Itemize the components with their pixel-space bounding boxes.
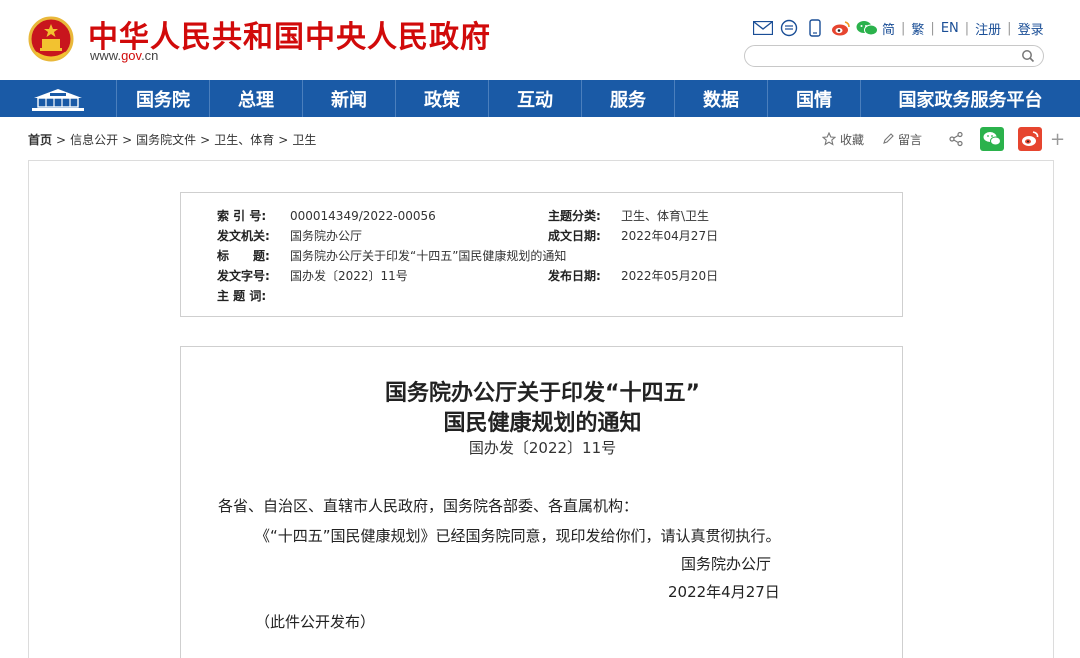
meta-row-docno: 发文字号: 国办发〔2022〕11号 发布日期: 2022年05月20日 [217,267,718,283]
share-icon [949,131,963,147]
nav-item-national-info[interactable]: 国情 [768,80,861,117]
link-separator: | [1007,20,1012,36]
meta-issuer-label: 发文机关: [217,229,270,243]
breadcrumb-separator: > [278,133,289,147]
document-signature: 国务院办公厅 [681,555,772,573]
english-link[interactable]: EN [941,21,959,36]
document-title-line-1: 国务院办公厅关于印发“十四五” [385,381,700,406]
link-separator: | [930,20,935,36]
message-icon[interactable] [778,17,800,39]
weibo-icon [1018,127,1043,151]
page-actions: 收藏 留言 + [822,127,1065,151]
document-number: 国办发〔2022〕11号 [468,439,617,457]
meta-row-issuer: 发文机关: 国务院办公厅 成文日期: 2022年04月27日 [217,227,718,243]
comment-label: 留言 [898,132,923,147]
search-input[interactable] [755,47,1025,67]
meta-created-value: 2022年04月27日 [621,229,719,243]
meta-index-value: 000014349/2022-00056 [290,209,436,223]
more-share-icon[interactable]: + [1050,129,1065,150]
breadcrumb-separator: > [56,133,67,147]
main-nav: 国务院 总理 新闻 政策 互动 服务 数据 国情 国家政务服务平台 [0,80,1080,117]
breadcrumb-health-sports[interactable]: 卫生、体育 [214,133,274,147]
link-separator: | [901,20,906,36]
simplified-chinese-link[interactable]: 简 [882,19,895,38]
search-box [744,45,1044,67]
link-separator: | [964,20,970,36]
nav-item-interaction[interactable]: 互动 [489,80,582,117]
meta-title-value: 国务院办公厅关于印发“十四五”国民健康规划的通知 [290,249,567,263]
document-salutation: 各省、自治区、直辖市人民政府，国务院各部委、各直属机构： [218,497,639,515]
meta-topic-value: 卫生、体育\卫生 [621,209,710,223]
national-emblem-icon[interactable] [28,15,74,65]
site-url-brand: gov [121,48,142,63]
wechat-icon [980,127,1005,151]
meta-published-label: 发布日期: [548,269,601,283]
meta-published-value: 2022年05月20日 [621,269,719,283]
meta-row-index: 索 引 号: 000014349/2022-00056 主题分类: 卫生、体育\卫生 [217,207,709,223]
breadcrumb-row: 首页 > 信息公开 > 国务院文件 > 卫生、体育 > 卫生 收藏 留言 + [0,117,1080,161]
nav-item-data[interactable]: 数据 [675,80,768,117]
nav-item-state-council[interactable]: 国务院 [117,80,210,117]
traditional-chinese-link[interactable]: 繁 [911,19,924,38]
search-icon[interactable] [1021,49,1035,63]
pencil-icon [883,133,894,144]
breadcrumb-separator: > [122,133,133,147]
meta-topic-label: 主题分类: [548,209,601,223]
weibo-icon[interactable] [830,17,852,39]
nav-item-service-platform[interactable]: 国家政务服务平台 [861,80,1080,117]
star-icon [822,132,836,146]
mobile-icon[interactable] [804,17,826,39]
document-paragraph: 《“十四五”国民健康规划》已经国务院同意，现印发给你们，请认真贯彻执行。 [255,527,781,545]
meta-issuer-value: 国务院办公厅 [290,229,363,243]
wechat-icon[interactable] [856,17,878,39]
breadcrumb-home[interactable]: 首页 [28,133,52,147]
document-metadata: 索 引 号: 000014349/2022-00056 主题分类: 卫生、体育\卫生 … [180,192,903,317]
breadcrumb-info-disclosure[interactable]: 信息公开 [70,133,118,147]
nav-item-premier[interactable]: 总理 [210,80,303,117]
meta-row-keywords: 主 题 词: [217,287,290,303]
breadcrumb-state-council-docs[interactable]: 国务院文件 [136,133,196,147]
favorite-label: 收藏 [840,132,865,147]
breadcrumb: 首页 > 信息公开 > 国务院文件 > 卫生、体育 > 卫生 [28,131,316,148]
nav-home-icon[interactable] [0,80,117,117]
nav-item-policy[interactable]: 政策 [396,80,489,117]
mail-icon[interactable] [752,17,774,39]
nav-item-services[interactable]: 服务 [582,80,675,117]
meta-keywords-label: 主 题 词: [217,289,267,303]
document-note: （此件公开发布） [255,613,376,631]
meta-docno-label: 发文字号: [217,269,270,283]
site-header: 中华人民共和国中央人民政府 www.gov.cn 简 | 繁 | EN | 注册… [0,0,1080,80]
share-wechat-button[interactable] [980,127,1008,151]
meta-row-title: 标 题: 国务院办公厅关于印发“十四五”国民健康规划的通知 [217,247,566,263]
meta-created-label: 成文日期: [548,229,601,243]
favorite-button[interactable]: 收藏 [822,131,864,148]
document-body: 国务院办公厅关于印发“十四五” 国民健康规划的通知 国办发〔2022〕11号 各… [180,346,903,658]
register-link[interactable]: 注册 [975,19,1001,38]
site-url-prefix: www. [90,48,122,63]
meta-docno-value: 国办发〔2022〕11号 [290,269,408,283]
breadcrumb-separator: > [200,133,211,147]
breadcrumb-health[interactable]: 卫生 [292,133,316,147]
site-url: www.gov.cn [90,48,158,63]
document-title-line-2: 国民健康规划的通知 [443,411,642,436]
share-button[interactable] [948,131,968,147]
nav-item-news[interactable]: 新闻 [303,80,396,117]
meta-title-label: 标 题: [217,249,270,263]
comment-button[interactable]: 留言 [882,131,922,148]
site-url-suffix: .cn [141,48,159,63]
meta-index-label: 索 引 号: [217,209,267,223]
login-link[interactable]: 登录 [1018,19,1044,38]
document-date: 2022年4月27日 [668,583,780,601]
top-links: 简 | 繁 | EN | 注册 | 登录 [752,16,1044,40]
share-weibo-button[interactable] [1018,127,1046,151]
